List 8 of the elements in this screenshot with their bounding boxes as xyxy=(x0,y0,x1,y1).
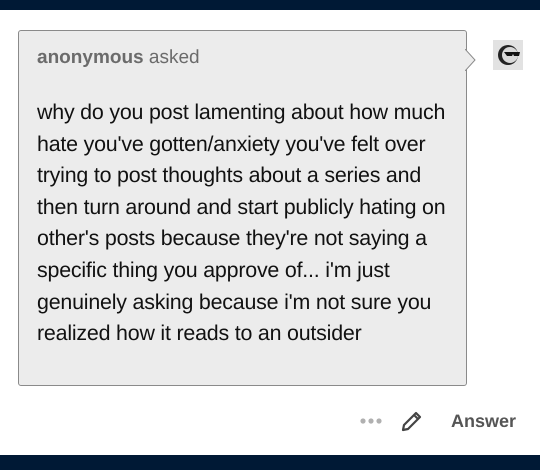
asked-label: asked xyxy=(148,47,200,68)
edit-button[interactable] xyxy=(400,410,423,434)
question-text: why do you post lamenting about how much hate you've gotten/anxiety you've felt over trying to post thoughts about a series and then turn around and start publicly hating on other's posts because they're not saying a specific thing you approve of... i'm just genuinely asking because i'm not sure you realized how it reads to an outsider xyxy=(37,99,446,348)
pencil-icon xyxy=(400,410,423,432)
asker-name: anonymous xyxy=(37,47,144,68)
answer-button[interactable]: Answer xyxy=(450,408,516,435)
dots-icon xyxy=(358,417,383,426)
avatar-icon xyxy=(493,40,523,70)
